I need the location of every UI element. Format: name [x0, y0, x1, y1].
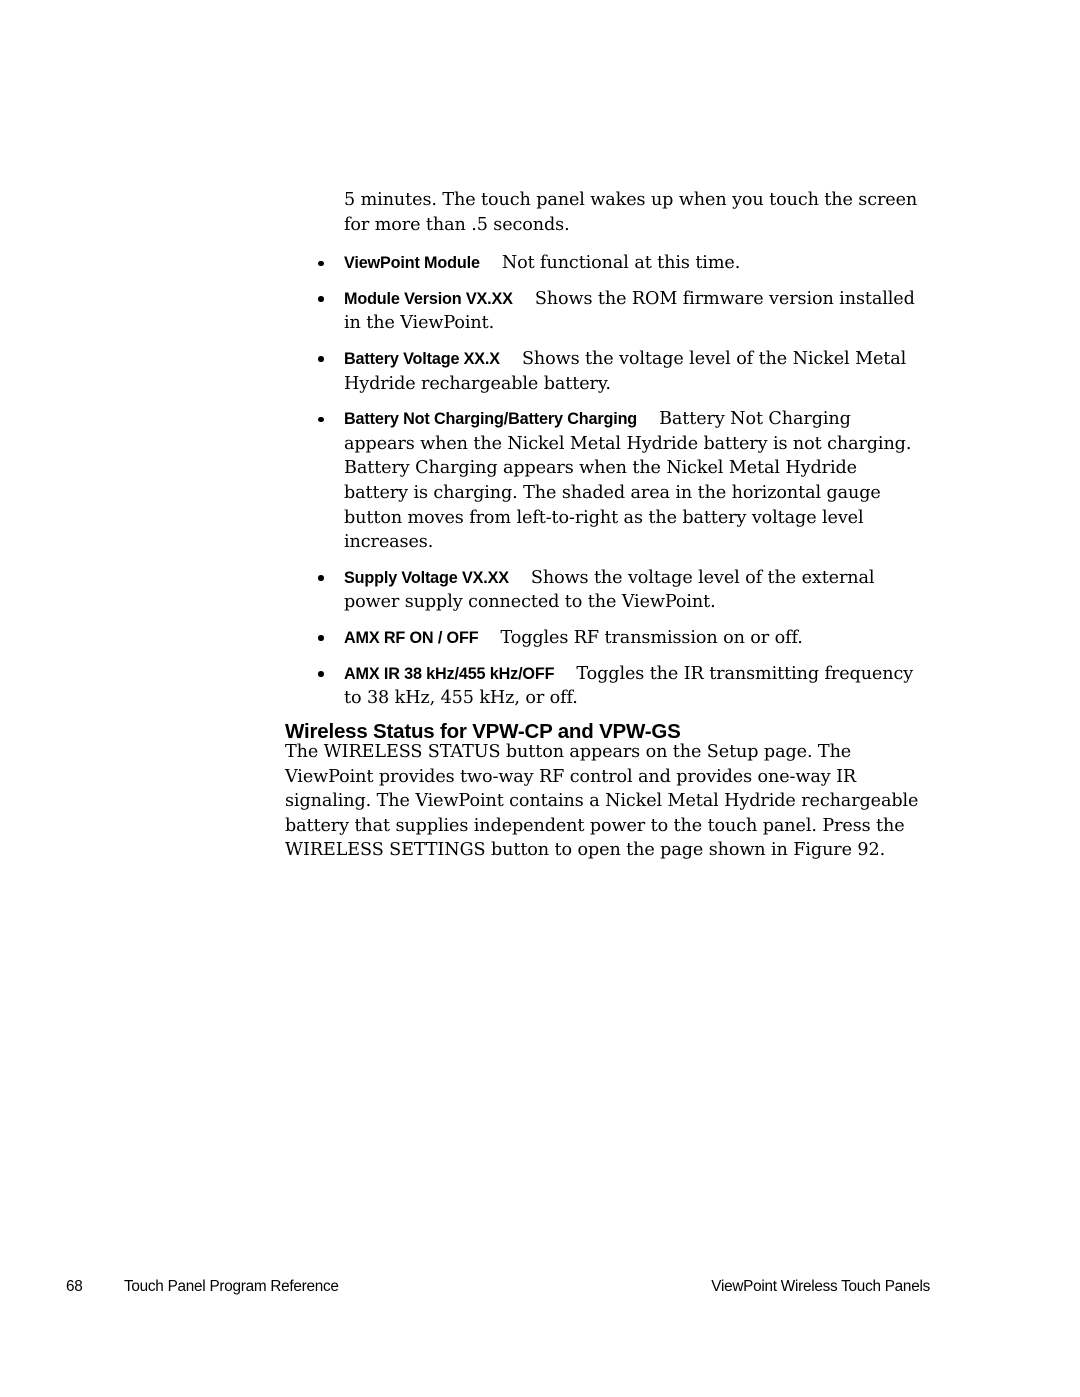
list-item: Battery Voltage XX.X Shows the voltage le… [285, 347, 925, 396]
intro-paragraph: 5 minutes. The touch panel wakes up when… [344, 190, 918, 235]
page-footer: 68 Touch Panel Program Reference ViewPoi… [0, 1278, 1080, 1302]
bullet-term: AMX IR 38 kHz/455 kHz/OFF [344, 664, 555, 683]
bullet-term: Battery Not Charging/Battery Charging [344, 410, 638, 429]
bullet-term: Battery Voltage XX.X [344, 349, 500, 368]
bullet-dot-icon [318, 416, 324, 423]
bullet-dot-icon [318, 671, 324, 677]
bullet-description: Toggles RF transmission on or off. [500, 627, 803, 648]
list-item: AMX RF ON / OFF Toggles RF transmission o… [285, 626, 925, 651]
bullet-description: Battery Not Charging appears when the Ni… [344, 409, 912, 553]
list-item: Supply Voltage VX.XX Shows the voltage le… [285, 566, 925, 615]
bullet-dot-icon [318, 296, 324, 302]
section-paragraph: The WIRELESS STATUS button appears on th… [285, 742, 919, 861]
list-item: Battery Not Charging/Battery Charging Bat… [285, 407, 925, 555]
bullet-term: AMX RF ON / OFF [344, 628, 479, 647]
bullet-term: Module Version VX.XX [344, 289, 513, 308]
list-item: Module Version VX.XX Shows the ROM firmwa… [285, 287, 925, 336]
footer-page-number: 68 [66, 1278, 83, 1295]
footer-left-text: Touch Panel Program Reference [124, 1278, 339, 1295]
feature-bullet-list: ViewPoint Module Not functional at this t… [285, 251, 925, 711]
bullet-dot-icon [318, 635, 324, 641]
bullet-dot-icon [318, 575, 324, 581]
page-content: 5 minutes. The touch panel wakes up when… [285, 188, 925, 711]
bullet-dot-icon [318, 260, 324, 267]
footer-right-text: ViewPoint Wireless Touch Panels [711, 1278, 930, 1295]
bullet-description: Not functional at this time. [501, 253, 741, 274]
list-item: AMX IR 38 kHz/455 kHz/OFF Toggles the IR … [285, 662, 925, 711]
bullet-term: ViewPoint Module [344, 254, 480, 273]
bullet-dot-icon [318, 356, 324, 362]
bullet-term: Supply Voltage VX.XX [344, 568, 509, 587]
list-item: ViewPoint Module Not functional at this t… [285, 251, 925, 276]
document-page: 5 minutes. The touch panel wakes up when… [0, 0, 1080, 1397]
